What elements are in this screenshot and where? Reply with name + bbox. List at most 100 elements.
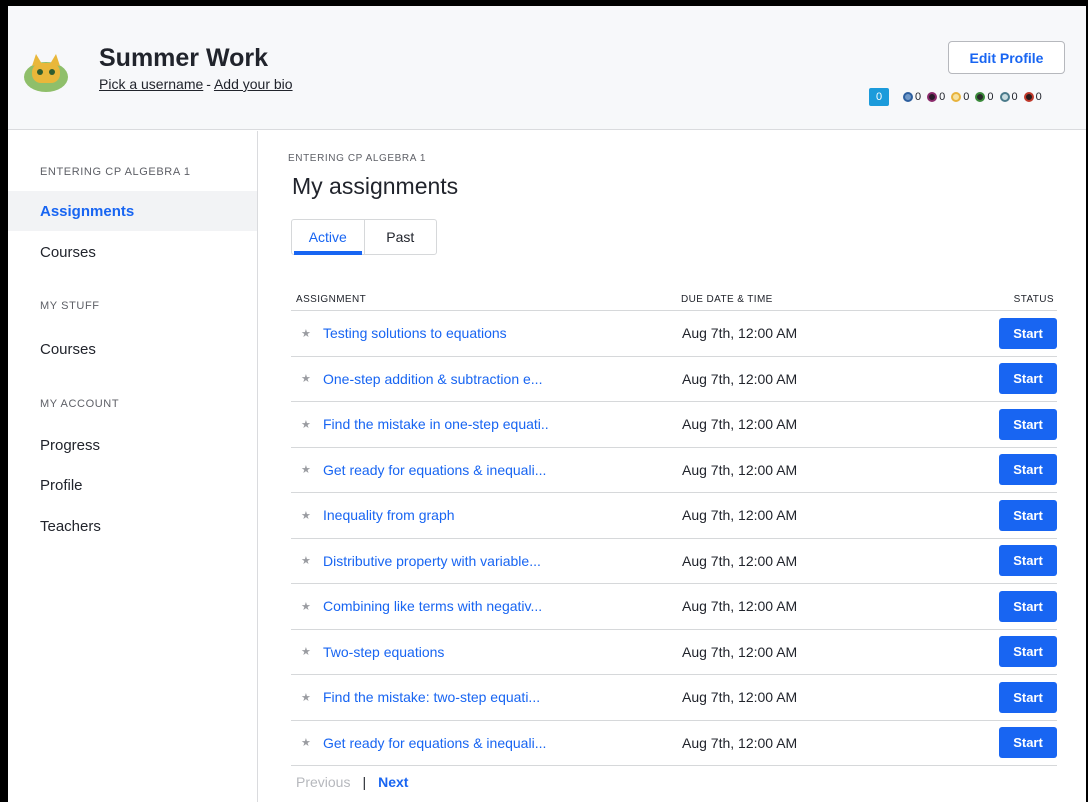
due-date-cell: Aug 7th, 12:00 AM (682, 370, 798, 387)
due-date-cell: Aug 7th, 12:00 AM (682, 325, 798, 342)
moon-badge-icon (927, 92, 938, 102)
sidebar-section-my-stuff: MY STUFF (40, 300, 100, 312)
assignment-cell: ★ Combining like terms with negativ... (291, 598, 681, 614)
assignment-link[interactable]: Combining like terms with negativ... (323, 598, 542, 614)
assignment-link[interactable]: Testing solutions to equations (323, 325, 507, 341)
assignment-link[interactable]: Two-step equations (323, 644, 444, 660)
app-frame: Summer Work Pick a username - Add your bio… (8, 6, 1086, 802)
star-icon: ★ (301, 691, 311, 704)
star-icon: ★ (301, 373, 311, 386)
pagination: Previous | Next (296, 774, 408, 790)
start-button[interactable]: Start (999, 727, 1057, 759)
table-row: ★ Find the mistake: two-step equati... Aug… (291, 675, 1057, 721)
sidebar-item-profile[interactable]: Profile (8, 465, 257, 505)
start-button[interactable]: Start (999, 408, 1057, 440)
table-row: ★ One-step addition & subtraction e... Aug… (291, 357, 1057, 402)
status-cell: Start (981, 363, 1057, 395)
sidebar-item-my-courses[interactable]: Courses (8, 329, 257, 369)
main-content: ENTERING CP ALGEBRA 1 My assignments Act… (259, 131, 1086, 802)
assignment-cell: ★ Find the mistake in one-step equati.. (291, 416, 681, 432)
star-icon: ★ (301, 600, 311, 613)
next-page-link[interactable]: Next (378, 774, 408, 790)
sidebar-item-progress[interactable]: Progress (8, 425, 257, 465)
edit-profile-button[interactable]: Edit Profile (948, 41, 1065, 74)
table-row: ★ Distributive property with variable... A… (291, 539, 1057, 584)
assignment-cell: ★ Testing solutions to equations (291, 325, 681, 341)
start-button[interactable]: Start (999, 636, 1057, 668)
assignment-cell: ★ Two-step equations (291, 644, 681, 660)
sidebar-item-teachers[interactable]: Teachers (8, 506, 257, 546)
table-row: ★ Combining like terms with negativ... Aug… (291, 584, 1057, 630)
badge-meteorite: 0 (903, 91, 921, 103)
start-button[interactable]: Start (999, 681, 1057, 713)
badge-count: 0 (915, 91, 922, 103)
pick-username-link[interactable]: Pick a username (99, 76, 203, 92)
sidebar-section-my-account: MY ACCOUNT (40, 398, 120, 410)
table-row: ★ Two-step equations Aug 7th, 12:00 AM Star… (291, 630, 1057, 675)
sidebar: ENTERING CP ALGEBRA 1 Assignments Course… (8, 131, 258, 802)
assignment-link[interactable]: Find the mistake in one-step equati.. (323, 416, 549, 432)
challenge-badge-icon (1023, 92, 1034, 102)
due-date-cell: Aug 7th, 12:00 AM (682, 507, 798, 524)
star-icon: ★ (301, 737, 311, 750)
sidebar-section-class: ENTERING CP ALGEBRA 1 (40, 166, 191, 178)
start-button[interactable]: Start (999, 363, 1057, 395)
start-button[interactable]: Start (999, 454, 1057, 486)
assignment-cell: ★ Get ready for equations & inequali... (291, 462, 681, 478)
column-header-due: DUE DATE & TIME (681, 294, 773, 305)
profile-subline: Pick a username - Add your bio (99, 76, 293, 92)
start-button[interactable]: Start (999, 317, 1057, 349)
due-date-cell: Aug 7th, 12:00 AM (682, 552, 798, 569)
assignment-link[interactable]: Distributive property with variable... (323, 553, 541, 569)
sidebar-item-assignments[interactable]: Assignments (8, 191, 257, 231)
assignment-link[interactable]: Get ready for equations & inequali... (323, 735, 546, 751)
status-cell: Start (981, 499, 1057, 531)
table-row: ★ Inequality from graph Aug 7th, 12:00 AM S… (291, 493, 1057, 539)
tab-active[interactable]: Active (292, 220, 365, 255)
profile-header: Summer Work Pick a username - Add your bio… (8, 6, 1086, 130)
star-icon: ★ (301, 646, 311, 659)
start-button[interactable]: Start (999, 590, 1057, 622)
page-title: My assignments (292, 173, 459, 199)
badge-earth: 0 (951, 91, 969, 103)
assignment-cell: ★ One-step addition & subtraction e... (291, 371, 681, 387)
earth-badge-icon (951, 92, 962, 102)
status-cell: Start (981, 454, 1057, 486)
assignment-cell: ★ Inequality from graph (291, 507, 681, 523)
status-cell: Start (981, 317, 1057, 349)
assignment-cell: ★ Distributive property with variable... (291, 553, 681, 569)
table-row: ★ Get ready for equations & inequali... Au… (291, 448, 1057, 493)
avatar (24, 54, 68, 92)
due-date-cell: Aug 7th, 12:00 AM (682, 461, 798, 478)
sun-badge-icon (975, 92, 986, 102)
subline-separator: - (206, 76, 211, 92)
previous-page-link: Previous (296, 774, 351, 790)
add-bio-link[interactable]: Add your bio (214, 76, 293, 92)
star-icon: ★ (301, 464, 311, 477)
due-date-cell: Aug 7th, 12:00 AM (682, 598, 798, 615)
assignment-link[interactable]: Inequality from graph (323, 507, 455, 523)
badge-summary: 0 0 0 0 0 0 0 (869, 88, 1042, 106)
assignment-link[interactable]: Find the mistake: two-step equati... (323, 689, 540, 705)
status-cell: Start (981, 590, 1057, 622)
star-icon: ★ (301, 418, 311, 431)
tab-past[interactable]: Past (365, 220, 437, 254)
badge-count: 0 (987, 91, 994, 103)
column-header-status: STATUS (1013, 294, 1054, 305)
star-icon: ★ (301, 327, 311, 340)
table-row: ★ Get ready for equations & inequali... Au… (291, 721, 1057, 766)
badge-black-hole: 0 (999, 91, 1018, 103)
badge-moon: 0 (927, 91, 945, 103)
start-button[interactable]: Start (999, 499, 1057, 531)
start-button[interactable]: Start (999, 545, 1057, 577)
sidebar-item-courses[interactable]: Courses (8, 232, 257, 272)
status-cell: Start (981, 408, 1057, 440)
assignment-link[interactable]: One-step addition & subtraction e... (323, 371, 542, 387)
status-cell: Start (981, 636, 1057, 668)
badge-count: 0 (939, 91, 946, 103)
assignment-link[interactable]: Get ready for equations & inequali... (323, 462, 546, 478)
black-hole-badge-icon (999, 92, 1010, 102)
status-cell: Start (981, 545, 1057, 577)
badge-sun: 0 (975, 91, 994, 103)
status-cell: Start (981, 681, 1057, 713)
